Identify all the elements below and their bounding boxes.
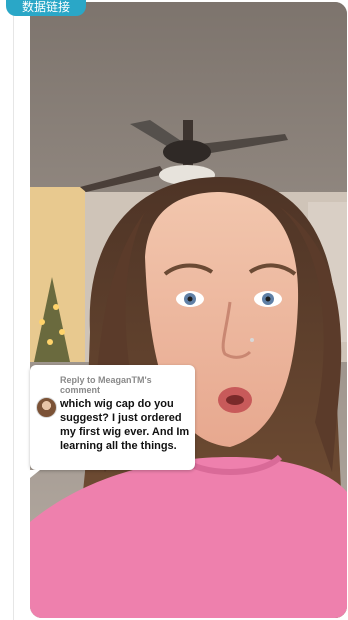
comment-text: which wig cap do you suggest? I just ord… xyxy=(60,398,190,452)
top-badge[interactable]: 数据链接 xyxy=(6,0,86,16)
video-frame-image xyxy=(30,2,347,618)
reply-comment-card[interactable]: Reply to MeaganTM's comment which wig ca… xyxy=(30,365,195,478)
reply-to-label: Reply to MeaganTM's comment xyxy=(60,375,152,395)
video-player[interactable] xyxy=(30,2,347,618)
page-root: 数据链接 Reply to MeaganTM's comment which w… xyxy=(0,0,348,620)
left-divider xyxy=(13,0,14,620)
commenter-avatar xyxy=(36,397,57,418)
